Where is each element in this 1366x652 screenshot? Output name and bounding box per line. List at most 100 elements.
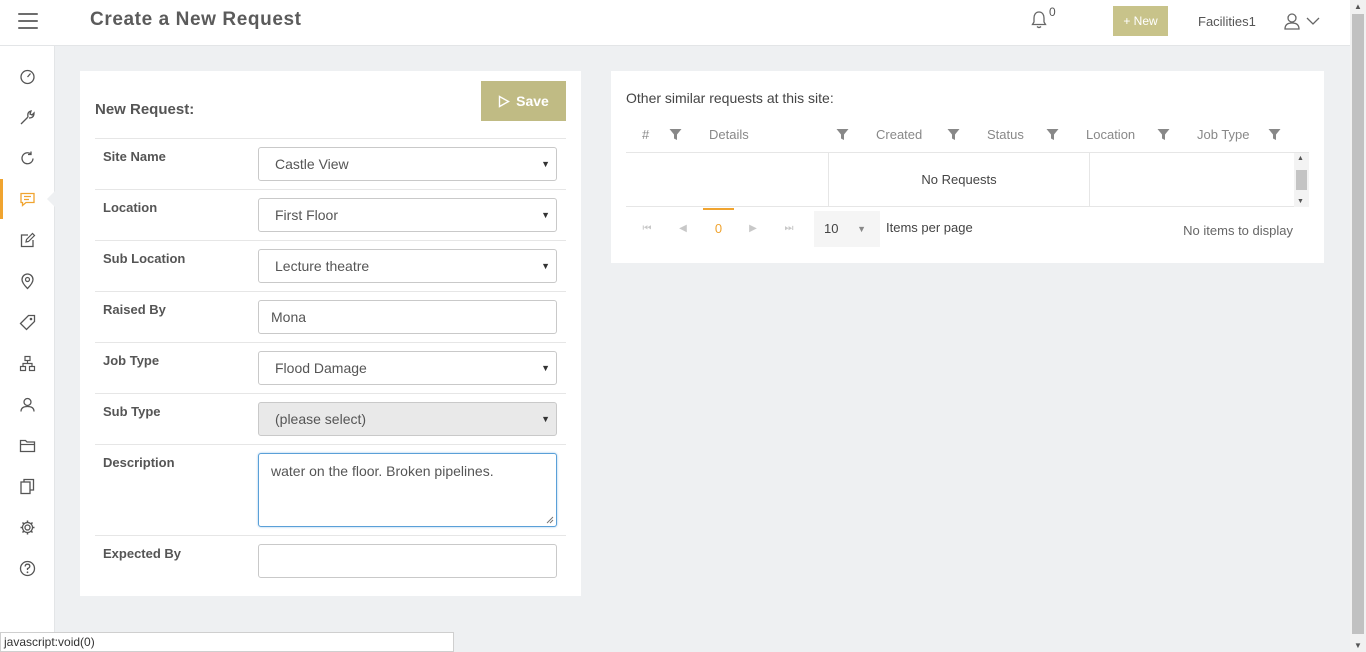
sidebar-item-documents[interactable] [0, 466, 55, 506]
dropdown-arrow-icon: ▼ [541, 210, 550, 220]
row-expected-by: Expected By [95, 535, 566, 586]
user-name[interactable]: Facilities1 [1198, 14, 1256, 29]
window-scrollbar[interactable]: ▲ ▼ [1350, 0, 1366, 652]
bell-icon[interactable] [1030, 10, 1048, 30]
grid-body: No Requests ▲ ▼ [626, 153, 1309, 207]
column-header-created[interactable]: Created [876, 127, 922, 142]
chat-icon [20, 192, 35, 207]
similar-requests-title: Other similar requests at this site: [626, 90, 834, 106]
site-name-label: Site Name [103, 149, 166, 164]
sub-location-label: Sub Location [103, 251, 186, 266]
row-location: Location First Floor ▼ [95, 189, 566, 240]
sidebar-item-contacts[interactable] [0, 384, 55, 424]
documents-icon [20, 478, 35, 494]
dropdown-arrow-icon: ▼ [541, 159, 550, 169]
scroll-up-icon[interactable]: ▲ [1354, 2, 1362, 11]
site-name-select[interactable]: Castle View ▼ [258, 147, 557, 181]
filter-icon[interactable] [1268, 128, 1281, 141]
column-header-location[interactable]: Location [1086, 127, 1135, 142]
filter-icon[interactable] [669, 128, 682, 141]
sidebar [0, 46, 56, 652]
notification-count: 0 [1049, 5, 1056, 19]
job-type-select[interactable]: Flood Damage ▼ [258, 351, 557, 385]
dropdown-arrow-icon: ▼ [541, 363, 550, 373]
sidebar-item-recurring[interactable] [0, 138, 55, 178]
row-description: Description water on the floor. Broken p… [95, 444, 566, 535]
raised-by-label: Raised By [103, 302, 166, 317]
grid-scrollbar[interactable]: ▲ ▼ [1294, 153, 1309, 207]
sidebar-item-help[interactable] [0, 548, 55, 588]
dashboard-icon [20, 69, 35, 84]
play-icon [498, 94, 511, 108]
previous-page-icon[interactable]: ◀ [666, 211, 700, 247]
location-pin-icon [21, 272, 34, 289]
page-title: Create a New Request [90, 9, 302, 30]
raised-by-input[interactable]: Mona [258, 300, 557, 334]
sidebar-item-requests[interactable] [0, 179, 56, 219]
row-job-type: Job Type Flood Damage ▼ [95, 342, 566, 393]
last-page-icon[interactable]: ⏭ [772, 211, 806, 247]
description-label: Description [103, 455, 175, 470]
column-header-job-type[interactable]: Job Type [1197, 127, 1250, 142]
filter-icon[interactable] [836, 128, 849, 141]
sidebar-item-settings[interactable] [0, 507, 55, 547]
top-bar: Create a New Request 0 + New Facilities1 [0, 0, 1350, 46]
browser-status-bar: javascript:void(0) [0, 632, 454, 652]
gear-icon [20, 520, 35, 534]
filter-icon[interactable] [1046, 128, 1059, 141]
row-site-name: Site Name Castle View ▼ [95, 138, 566, 189]
contacts-icon [20, 397, 35, 412]
row-raised-by: Raised By Mona [95, 291, 566, 342]
next-page-icon[interactable]: ▶ [736, 211, 770, 247]
expected-by-input[interactable] [258, 544, 557, 578]
filter-icon[interactable] [947, 128, 960, 141]
filter-icon[interactable] [1157, 128, 1170, 141]
new-button[interactable]: + New [1113, 6, 1168, 36]
sidebar-item-structure[interactable] [0, 343, 55, 383]
scroll-up-icon[interactable]: ▲ [1297, 155, 1304, 162]
sidebar-item-locations[interactable] [0, 261, 55, 301]
sub-location-select[interactable]: Lecture theatre ▼ [258, 249, 557, 283]
dropdown-arrow-icon: ▼ [857, 224, 866, 234]
resize-grip-icon[interactable] [545, 515, 554, 524]
dropdown-arrow-icon: ▼ [541, 261, 550, 271]
tag-icon [19, 314, 36, 330]
help-icon [19, 560, 36, 576]
scroll-thumb[interactable] [1352, 14, 1364, 634]
edit-icon [20, 232, 36, 247]
scroll-down-icon[interactable]: ▼ [1354, 641, 1362, 650]
scroll-thumb[interactable] [1296, 170, 1307, 190]
location-label: Location [103, 200, 158, 215]
sub-type-select[interactable]: (please select) ▼ [258, 402, 557, 436]
similar-requests-panel: Other similar requests at this site: # D… [611, 71, 1324, 263]
form-title: New Request: [95, 101, 195, 118]
location-select[interactable]: First Floor ▼ [258, 198, 557, 232]
expected-by-label: Expected By [103, 546, 182, 561]
column-header-status[interactable]: Status [987, 127, 1024, 142]
sidebar-item-files[interactable] [0, 425, 55, 465]
description-textarea[interactable]: water on the floor. Broken pipelines. [258, 453, 557, 527]
refresh-icon [21, 151, 34, 164]
save-button[interactable]: Save [481, 81, 566, 121]
column-header-details[interactable]: Details [709, 127, 749, 142]
sidebar-item-dashboard[interactable] [0, 56, 55, 96]
page-size-select[interactable]: 10 ▼ [814, 211, 880, 247]
row-sub-type: Sub Type (please select) ▼ [95, 393, 566, 444]
current-page[interactable]: 0 [703, 208, 734, 247]
sub-type-label: Sub Type [103, 404, 161, 419]
row-sub-location: Sub Location Lecture theatre ▼ [95, 240, 566, 291]
hamburger-menu-icon[interactable] [18, 13, 38, 31]
scroll-down-icon[interactable]: ▼ [1297, 198, 1304, 205]
sidebar-item-edit[interactable] [0, 220, 55, 260]
grid-header: # Details Created Status Location Job Ty… [626, 117, 1309, 153]
save-label: Save [516, 93, 549, 109]
new-request-form: New Request: Save Site Name Castle View ▼… [80, 71, 581, 596]
user-menu-icon[interactable] [1284, 12, 1322, 32]
first-page-icon[interactable]: ⏮ [630, 211, 664, 247]
column-header-number[interactable]: # [642, 127, 649, 142]
items-per-page-label: Items per page [886, 220, 973, 235]
job-type-label: Job Type [103, 353, 160, 368]
sidebar-item-maintenance[interactable] [0, 97, 55, 137]
sidebar-item-assets[interactable] [0, 302, 55, 342]
folder-icon [19, 439, 36, 452]
